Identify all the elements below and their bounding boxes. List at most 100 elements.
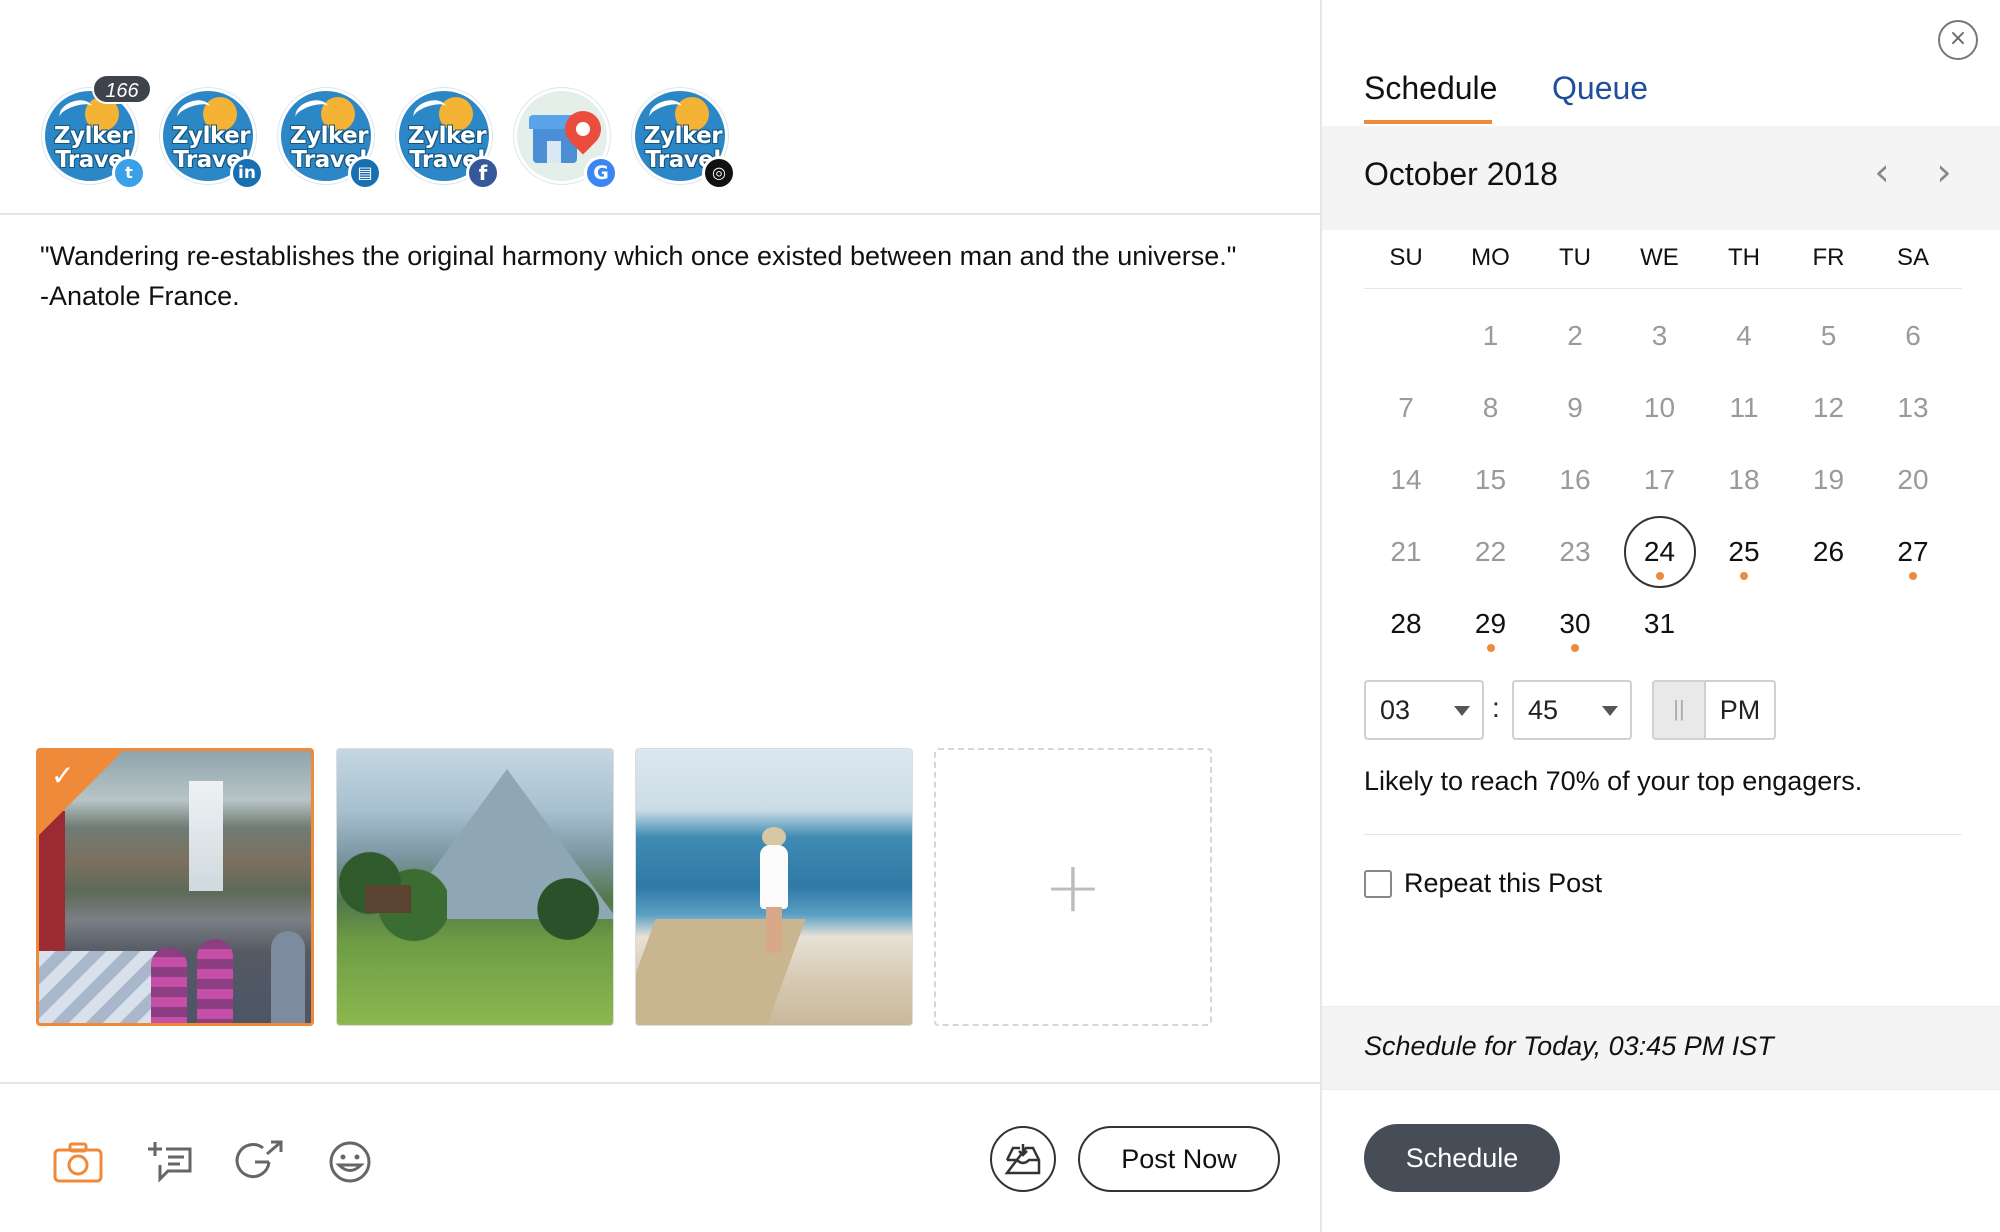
instagram-icon: ◎ (702, 156, 736, 190)
calendar-day-number: 17 (1643, 464, 1676, 495)
add-media-button[interactable]: + (934, 748, 1212, 1026)
scheduled-post-dot (1740, 572, 1748, 580)
post-now-button[interactable]: Post Now (1078, 1126, 1280, 1192)
account-linkedin-page[interactable]: Zylker Travel ▤ (278, 88, 382, 190)
calendar-day-number: 31 (1643, 608, 1676, 639)
calendar-day-number: 28 (1390, 608, 1422, 639)
tab-schedule[interactable]: Schedule (1364, 70, 1497, 107)
calendar-day[interactable]: 31 (1618, 594, 1702, 654)
google-icon: G (584, 156, 618, 190)
close-icon[interactable]: × (1938, 20, 1978, 60)
calendar-day-number: 6 (1905, 320, 1921, 351)
account-linkedin[interactable]: Zylker Travel in (160, 88, 264, 190)
facebook-icon: f (466, 156, 500, 190)
calendar-day[interactable]: 26 (1787, 522, 1871, 582)
caret-down-icon (1454, 706, 1470, 716)
divider (1364, 834, 1962, 835)
calendar-day-number: 10 (1643, 392, 1676, 423)
calendar-day[interactable]: 27 (1871, 522, 1955, 582)
calendar-day: 14 (1364, 450, 1448, 510)
calendar-day: 19 (1787, 450, 1871, 510)
add-text-icon[interactable] (144, 1136, 196, 1188)
scheduled-post-dot (1571, 644, 1579, 652)
camera-icon[interactable] (52, 1136, 104, 1188)
caret-down-icon (1602, 706, 1618, 716)
calendar-day: 18 (1702, 450, 1786, 510)
minute-value: 45 (1528, 695, 1559, 725)
waterfall-camp-photo[interactable]: ✓ (36, 748, 314, 1026)
schedule-panel: × Schedule Queue October 2018 ‹ › SU MO TU… (1320, 0, 2000, 1232)
calendar-day-number: 22 (1474, 536, 1507, 567)
calendar-day: 6 (1871, 306, 1955, 366)
schedule-summary: Schedule for Today, 03:45 PM IST (1322, 1006, 2000, 1090)
google-link-icon[interactable] (234, 1136, 286, 1188)
plus-icon: + (1043, 846, 1103, 928)
calendar-day: 1 (1449, 306, 1533, 366)
calendar-day-number: 29 (1474, 608, 1507, 639)
calendar-day-number: 9 (1567, 392, 1583, 423)
chevron-left-icon[interactable]: ‹ (1862, 152, 1902, 196)
beach-woman-photo[interactable] (635, 748, 913, 1026)
logo-text-line1: Zylker (643, 123, 723, 149)
account-instagram[interactable]: Zylker Travel ◎ (632, 88, 736, 190)
calendar-day-number: 23 (1559, 536, 1591, 567)
calendar-day-number: 13 (1897, 392, 1929, 423)
ampm-value: PM (1719, 695, 1761, 725)
calendar-day[interactable]: 30 (1533, 594, 1617, 654)
post-text-line2: -Anatole France. (40, 281, 240, 311)
checkbox-icon (1364, 870, 1392, 898)
calendar-day: 8 (1449, 378, 1533, 438)
calendar-day-number: 3 (1651, 320, 1668, 351)
calendar-day-number: 19 (1812, 464, 1845, 495)
account-facebook[interactable]: Zylker Travel f (396, 88, 500, 190)
emoji-icon[interactable] (324, 1136, 376, 1188)
calendar-day-number: 18 (1728, 464, 1760, 495)
schedule-button[interactable]: Schedule (1364, 1124, 1560, 1192)
calendar-day-number: 15 (1474, 464, 1507, 495)
calendar-day-number: 2 (1567, 320, 1583, 351)
ampm-toggle[interactable]: || PM (1652, 680, 1776, 740)
calendar-day-today[interactable]: 24 (1618, 516, 1702, 588)
hour-select[interactable]: 03 (1364, 680, 1484, 740)
calendar-day: 12 (1787, 378, 1871, 438)
post-text-line1: "Wandering re-establishes the original h… (40, 241, 1237, 271)
post-composer: Zylker Travel t Zylker Travel in Zylker … (0, 0, 1320, 1232)
logo-text-line1: Zylker (171, 123, 251, 149)
hour-value: 03 (1380, 695, 1411, 725)
calendar-day-number: 11 (1729, 392, 1759, 423)
calendar-day: 3 (1618, 306, 1702, 366)
calendar-day: 2 (1533, 306, 1617, 366)
active-tab-indicator (1364, 120, 1492, 124)
scheduled-post-dot (1655, 572, 1664, 580)
calendar-day: 20 (1871, 450, 1955, 510)
calendar-day: 4 (1702, 306, 1786, 366)
account-selector: Zylker Travel t Zylker Travel in Zylker … (0, 0, 1320, 215)
chevron-right-icon[interactable]: › (1924, 152, 1964, 196)
calendar-day-number: 24 (1643, 536, 1676, 567)
schedule-summary-text: Schedule for Today, 03:45 PM IST (1364, 1031, 1774, 1061)
minute-select[interactable]: 45 (1512, 680, 1632, 740)
calendar-day-number: 25 (1728, 536, 1760, 567)
calendar-day: 23 (1533, 522, 1617, 582)
calendar-day: 5 (1787, 306, 1871, 366)
calendar-day[interactable]: 28 (1364, 594, 1448, 654)
tab-queue[interactable]: Queue (1552, 70, 1648, 107)
composer-toolbar: Post Now (0, 1082, 1320, 1232)
logo-text-line1: Zylker (289, 123, 369, 149)
character-count-badge: 166 (92, 74, 152, 104)
alpine-valley-photo[interactable] (336, 748, 614, 1026)
reach-estimate: Likely to reach 70% of your top engagers… (1364, 766, 1863, 796)
repeat-post-label: Repeat this Post (1404, 868, 1603, 898)
weekday-label: MO (1471, 244, 1510, 271)
post-text-area[interactable]: "Wandering re-establishes the original h… (40, 236, 1290, 316)
calendar-day-number: 27 (1897, 536, 1929, 567)
toggle-handle-icon: || (1654, 682, 1706, 738)
weekday-label: WE (1640, 244, 1679, 271)
account-google-my-business[interactable]: G (514, 88, 618, 190)
calendar-day[interactable]: 29 (1449, 594, 1533, 654)
calendar-day: 22 (1449, 522, 1533, 582)
weekday-label: SU (1389, 244, 1423, 271)
calendar-day: 10 (1618, 378, 1702, 438)
calendar-day[interactable]: 25 (1702, 522, 1786, 582)
inbox-icon[interactable] (990, 1126, 1056, 1192)
